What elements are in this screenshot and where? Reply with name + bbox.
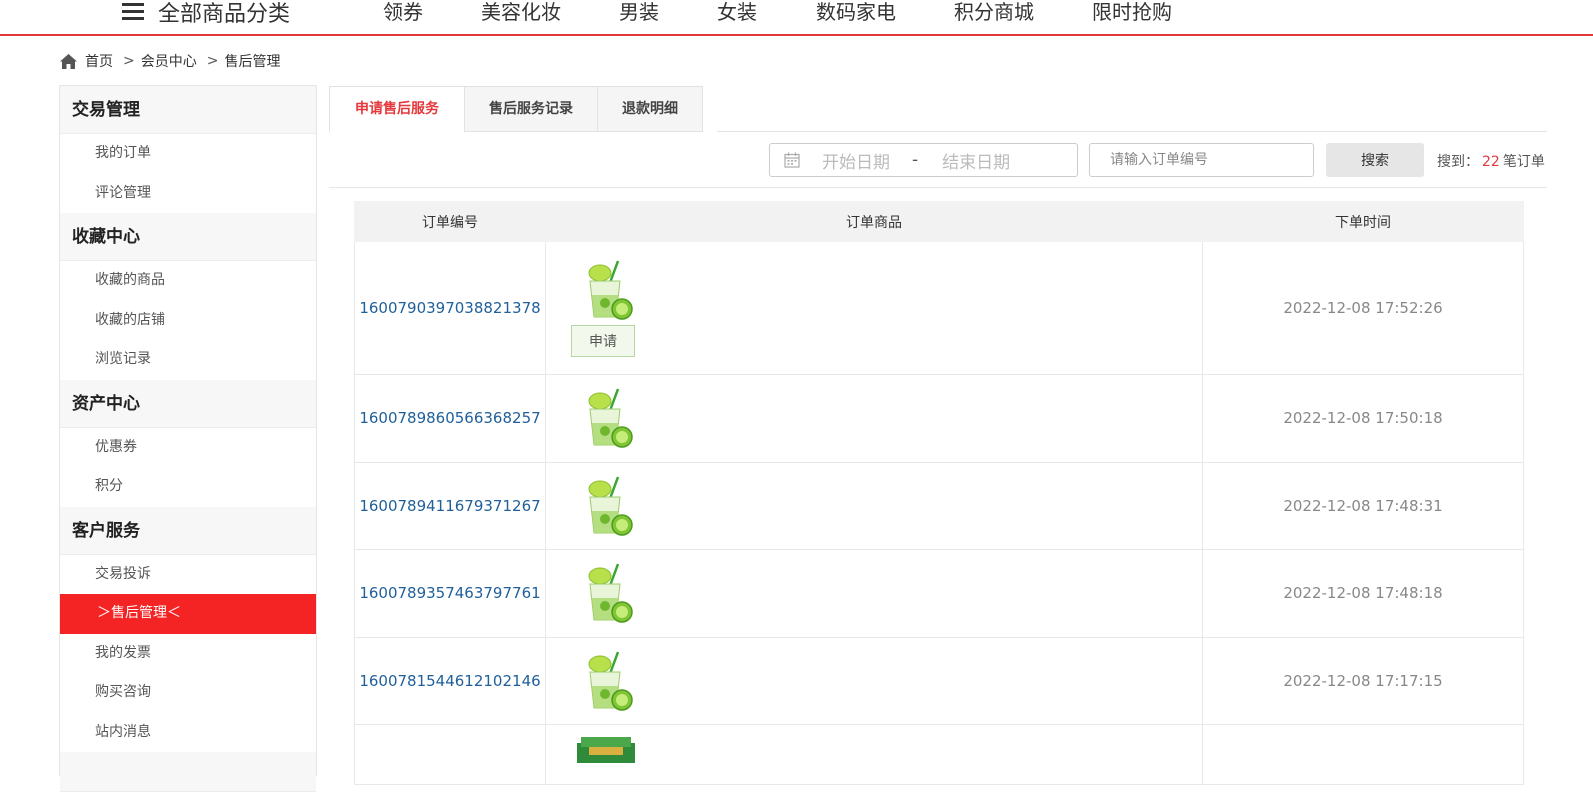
- order-number[interactable]: 1600781544612102146: [354, 636, 546, 725]
- order-time: 2022-12-08 17:17:15: [1202, 636, 1524, 725]
- breadcrumb: 首页 > 会员中心 > 售后管理: [60, 52, 280, 70]
- breadcrumb-member-center[interactable]: 会员中心: [141, 51, 197, 71]
- breadcrumb-separator: >: [206, 53, 219, 69]
- order-time: 2022-12-08 17:48:31: [1202, 461, 1524, 550]
- mojito-drink-image[interactable]: [578, 259, 636, 321]
- nav-item-points-mall[interactable]: 积分商城: [954, 0, 1034, 27]
- nav-item-coupons[interactable]: 领券: [383, 0, 423, 27]
- order-goods-cell: [545, 374, 1203, 463]
- tab-apply-service[interactable]: 申请售后服务: [329, 86, 465, 133]
- breadcrumb-home[interactable]: 首页: [85, 51, 113, 71]
- table-header: 订单编号 订单商品 下单时间: [354, 201, 1524, 242]
- order-number[interactable]: 1600789411679371267: [354, 461, 546, 550]
- result-suffix: 笔订单: [1502, 154, 1545, 170]
- date-range-picker[interactable]: 开始日期 - 结束日期: [769, 143, 1078, 177]
- sidebar-group-favorites: 收藏中心: [60, 213, 316, 261]
- order-number[interactable]: 1600790397038821378: [354, 241, 546, 375]
- all-categories-label: 全部商品分类: [158, 2, 291, 27]
- search-button[interactable]: 搜索: [1326, 143, 1424, 177]
- tab-refund-details[interactable]: 退款明细: [598, 86, 703, 132]
- nav-item-beauty[interactable]: 美容化妆: [481, 0, 561, 27]
- sidebar-item-points[interactable]: 积分: [60, 467, 316, 507]
- date-separator: -: [912, 150, 919, 170]
- all-categories-button[interactable]: 全部商品分类: [122, 0, 290, 27]
- order-goods-cell: [545, 549, 1203, 638]
- sidebar-item-messages[interactable]: 站内消息: [60, 713, 316, 753]
- table-row: 1600789411679371267 2022-12-08 17:48:31: [354, 461, 1524, 550]
- breadcrumb-separator: >: [123, 53, 135, 69]
- sidebar-item-consult[interactable]: 购买咨询: [60, 673, 316, 713]
- mojito-drink-image[interactable]: [578, 562, 636, 624]
- sidebar-group-assets: 资产中心: [60, 379, 316, 428]
- table-row: 1600790397038821378 申请 2022-12-08 17:52:…: [354, 241, 1524, 375]
- order-time: 2022-12-08 17:48:18: [1202, 549, 1524, 638]
- order-time: 2022-12-08 17:52:26: [1202, 241, 1524, 375]
- search-divider: [329, 187, 1547, 188]
- table-row: 1600781544612102146 2022-12-08 17:17:15: [354, 636, 1524, 725]
- end-date-field[interactable]: 结束日期: [942, 148, 1010, 173]
- order-number-input[interactable]: [1089, 143, 1314, 177]
- order-goods-cell: [545, 636, 1203, 725]
- sidebar-item-invoices[interactable]: 我的发票: [60, 634, 316, 674]
- header-time: 下单时间: [1202, 201, 1524, 242]
- sidebar-item-after-sales[interactable]: ＞售后管理＜: [60, 594, 316, 634]
- nav-item-womenswear[interactable]: 女装: [717, 0, 757, 27]
- mojito-drink-image[interactable]: [578, 650, 636, 712]
- tab-divider: [717, 131, 1547, 132]
- breadcrumb-current: 售后管理: [224, 54, 281, 70]
- nav-item-digital[interactable]: 数码家电: [816, 0, 896, 27]
- order-number[interactable]: 1600789357463797761: [354, 549, 546, 638]
- header-goods: 订单商品: [545, 201, 1203, 242]
- order-table: 订单编号 订单商品 下单时间 1600790397038821378 申请 20…: [354, 201, 1524, 785]
- result-count: 搜到： 22 笔订单: [1437, 151, 1545, 171]
- tab-service-records[interactable]: 售后服务记录: [465, 86, 598, 132]
- nav-item-flash-sale[interactable]: 限时抢购: [1092, 0, 1172, 27]
- nav-item-menswear[interactable]: 男装: [619, 0, 659, 27]
- sidebar: 交易管理 我的订单 评论管理 收藏中心 收藏的商品 收藏的店铺 浏览记录 资产中…: [59, 85, 317, 792]
- order-goods-cell: 申请: [545, 241, 1203, 375]
- order-goods-cell: [545, 461, 1203, 550]
- sidebar-item-complaints[interactable]: 交易投诉: [60, 555, 316, 595]
- menu-icon: [122, 3, 144, 21]
- apply-button[interactable]: 申请: [571, 325, 635, 357]
- sidebar-item-coupons[interactable]: 优惠券: [60, 428, 316, 468]
- header-order-no: 订单编号: [354, 201, 546, 242]
- order-number[interactable]: 1600789860566368257: [354, 374, 546, 463]
- start-date-field[interactable]: 开始日期: [822, 148, 890, 173]
- order-time: 2022-12-08 17:50:18: [1202, 374, 1524, 463]
- sidebar-group-next: [60, 752, 316, 792]
- sidebar-group-service: 客户服务: [60, 506, 316, 555]
- result-number: 22: [1482, 154, 1500, 170]
- calendar-icon: [784, 152, 800, 168]
- sidebar-item-fav-shops[interactable]: 收藏的店铺: [60, 301, 316, 341]
- sidebar-item-history[interactable]: 浏览记录: [60, 340, 316, 380]
- tab-bar: 申请售后服务 售后服务记录 退款明细: [329, 86, 703, 133]
- table-row: 1600789357463797761 2022-12-08 17:48:18: [354, 549, 1524, 638]
- green-product-box-image[interactable]: [575, 733, 637, 763]
- sidebar-item-my-orders[interactable]: 我的订单: [60, 134, 316, 174]
- sidebar-item-fav-goods[interactable]: 收藏的商品: [60, 261, 316, 301]
- top-nav: 全部商品分类 领券 美容化妆 男装 女装 数码家电 积分商城 限时抢购: [0, 0, 1593, 36]
- sidebar-group-trade: 交易管理: [60, 86, 316, 134]
- table-row: 1600789860566368257 2022-12-08 17:50:18: [354, 374, 1524, 463]
- mojito-drink-image[interactable]: [578, 475, 636, 537]
- sidebar-item-reviews[interactable]: 评论管理: [60, 174, 316, 214]
- home-icon: [60, 53, 77, 69]
- result-prefix: 搜到：: [1437, 154, 1479, 170]
- mojito-drink-image[interactable]: [578, 387, 636, 449]
